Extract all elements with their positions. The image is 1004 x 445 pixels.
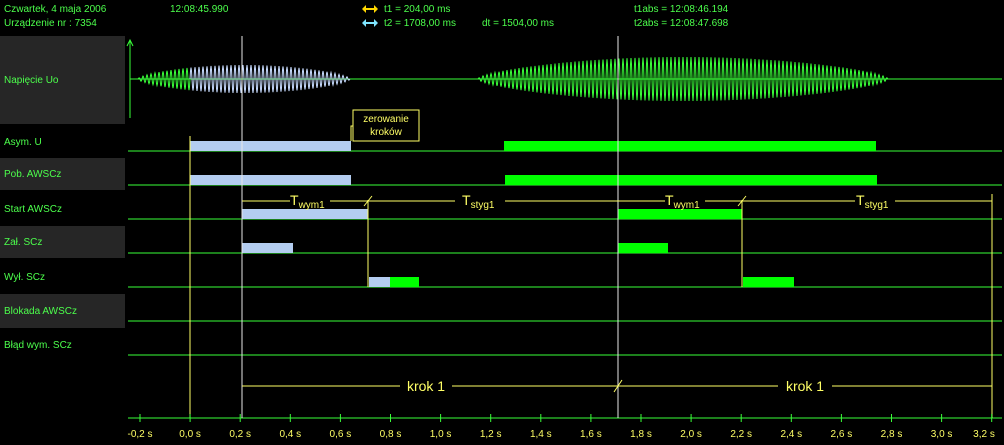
- krok-label-2: krok 1: [786, 378, 824, 394]
- asym-bar-1: [190, 141, 351, 151]
- waveform-plot[interactable]: zerowanie kroków Twym1 Tstyg1 Twym1 Tsty…: [0, 0, 1004, 445]
- zal-bar-2: [618, 243, 668, 253]
- axis-tick-label: 1,6 s: [580, 429, 602, 440]
- wyl-bar-1a: [369, 277, 390, 287]
- wyl-bar-2: [743, 277, 794, 287]
- wyl-bar-1b: [390, 277, 419, 287]
- voltage-burst-1-selected: [189, 64, 351, 94]
- axis-tick-label: 3,2 s: [973, 429, 995, 440]
- axis-tick-label: 0,0 s: [179, 429, 201, 440]
- axis-tick-label: 2,2 s: [730, 429, 752, 440]
- axis-tick-label: 0,2 s: [229, 429, 251, 440]
- twym-label-2: Twym1: [665, 192, 700, 211]
- reset-annotation-line2: kroków: [370, 127, 402, 138]
- twym-label-1: Twym1: [290, 192, 325, 211]
- axis-tick-label: 2,4 s: [780, 429, 802, 440]
- axis-tick-label: 2,8 s: [881, 429, 903, 440]
- axis-tick-label: -0,2 s: [127, 429, 152, 440]
- axis-tick-label: 0,4 s: [279, 429, 301, 440]
- axis-tick-label: 2,6 s: [831, 429, 853, 440]
- zal-bar-1: [242, 243, 293, 253]
- axis-tick-label: 3,0 s: [931, 429, 953, 440]
- pob-bar-2: [505, 175, 877, 185]
- axis-tick-label: 1,8 s: [630, 429, 652, 440]
- tstyg-label-2: Tstyg1: [856, 192, 889, 211]
- axis-tick-label: 2,0 s: [680, 429, 702, 440]
- axis-tick-label: 1,2 s: [480, 429, 502, 440]
- axis-tick-label: 0,6 s: [330, 429, 352, 440]
- voltage-burst-1: [137, 67, 191, 91]
- axis-tick-label: 1,0 s: [430, 429, 452, 440]
- krok-label-1: krok 1: [407, 378, 445, 394]
- tstyg-label-1: Tstyg1: [462, 192, 495, 211]
- axis-tick-label: 0,8 s: [380, 429, 402, 440]
- reset-annotation-line1: zerowanie: [363, 114, 409, 125]
- pob-bar-1: [190, 175, 351, 185]
- axis-tick-label: 1,4 s: [530, 429, 552, 440]
- asym-bar-2: [504, 141, 876, 151]
